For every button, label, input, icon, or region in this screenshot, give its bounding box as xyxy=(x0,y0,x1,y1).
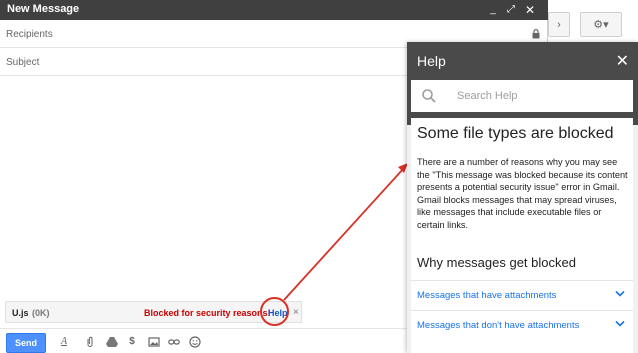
blocked-warning: Blocked for security reasons! xyxy=(144,308,271,318)
compose-header: New Message _ ⤢ ✕ xyxy=(0,0,548,20)
format-text-icon[interactable]: A xyxy=(58,336,70,348)
help-search-input[interactable] xyxy=(457,87,627,105)
money-icon[interactable]: $ xyxy=(126,336,138,348)
help-header: Help ✕ xyxy=(407,42,638,125)
close-icon[interactable]: ✕ xyxy=(521,0,539,20)
attachment-chip: U.js (0K) Blocked for security reasons! … xyxy=(5,301,302,323)
recipients-placeholder: Recipients xyxy=(6,29,53,40)
emoji-icon[interactable] xyxy=(189,336,201,348)
help-panel: Help ✕ Some file types are blocked There… xyxy=(407,42,638,353)
help-title: Help xyxy=(417,53,446,69)
remove-attachment-icon[interactable]: × xyxy=(293,307,299,318)
send-button[interactable]: Send xyxy=(6,333,46,353)
photo-icon[interactable] xyxy=(148,336,160,348)
highlight-circle xyxy=(260,297,289,326)
drive-icon[interactable] xyxy=(106,336,118,348)
help-search-box[interactable] xyxy=(411,80,633,112)
link-icon[interactable] xyxy=(168,336,180,348)
attach-icon[interactable] xyxy=(84,336,96,348)
article-title: Some file types are blocked xyxy=(417,125,614,142)
subject-placeholder: Subject xyxy=(6,57,40,68)
help-article-card: Some file types are blocked There are a … xyxy=(411,118,633,353)
accordion-label: Messages that have attachments xyxy=(417,290,557,301)
attachment-name[interactable]: U.js xyxy=(12,308,29,318)
section-title: Why messages get blocked xyxy=(417,255,576,270)
compose-title: New Message xyxy=(7,3,80,15)
article-body: There are a number of reasons why you ma… xyxy=(417,157,628,230)
settings-gear-button[interactable]: ⚙▾ xyxy=(580,12,622,37)
next-page-button[interactable]: › xyxy=(548,12,570,37)
accordion-no-attachments[interactable]: Messages that don't have attachments xyxy=(411,310,633,340)
attachment-size: (0K) xyxy=(32,308,50,318)
chevron-down-icon xyxy=(615,320,625,327)
popout-icon[interactable]: ⤢ xyxy=(502,0,520,20)
accordion-attachments[interactable]: Messages that have attachments xyxy=(411,280,633,310)
lock-icon xyxy=(532,29,540,39)
help-close-icon[interactable]: ✕ xyxy=(616,51,629,71)
chevron-down-icon xyxy=(615,290,625,297)
minimize-icon[interactable]: _ xyxy=(484,0,502,20)
search-icon xyxy=(422,89,436,103)
accordion-label: Messages that don't have attachments xyxy=(417,320,580,331)
